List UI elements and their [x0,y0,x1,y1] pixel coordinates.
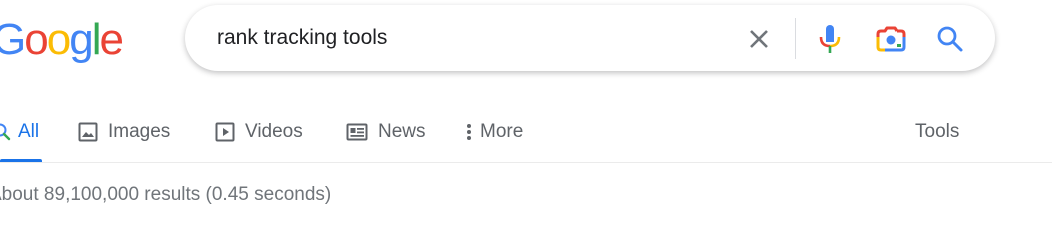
search-results-page: Google rank tracking tools All Images Vi… [0,0,1052,234]
search-box [185,5,995,71]
search-icon [937,26,963,52]
play-icon [215,120,235,144]
tab-images[interactable]: Images [78,119,170,175]
image-icon [78,120,98,144]
more-vert-icon [466,120,472,144]
voice-search-button[interactable] [815,23,845,55]
search-icon [0,120,12,144]
search-box-divider [795,18,796,59]
microphone-icon [819,25,841,53]
search-submit-button[interactable] [933,23,967,55]
tab-videos[interactable]: Videos [215,119,303,175]
logo-letter: e [99,15,124,64]
tab-news[interactable]: News [346,119,426,175]
logo-letter: o [46,15,72,64]
logo-letter: g [69,15,94,64]
logo-letter: G [0,15,26,64]
search-by-image-button[interactable] [873,23,909,55]
newspaper-icon [346,120,368,144]
tab-more-label: More [480,121,524,142]
tab-all-label: All [18,121,40,142]
tools-label: Tools [915,121,960,142]
logo-letter: l [91,15,102,64]
google-logo[interactable]: Google [0,14,124,66]
tab-more[interactable]: More [466,119,523,175]
tab-news-label: News [378,121,426,142]
tools-button[interactable]: Tools [915,119,959,175]
tab-videos-label: Videos [245,121,303,142]
search-input[interactable] [217,24,717,52]
tab-all[interactable]: All [0,119,39,175]
close-icon [750,30,768,48]
logo-letter: o [24,15,49,64]
tabs-divider [0,162,1052,163]
result-stats: About 89,100,000 results (0.45 seconds) [0,184,332,205]
camera-lens-icon [876,26,906,52]
search-tabs: All Images Videos News More Tools [0,106,1052,162]
clear-search-button[interactable] [741,24,777,54]
tab-images-label: Images [108,121,171,142]
